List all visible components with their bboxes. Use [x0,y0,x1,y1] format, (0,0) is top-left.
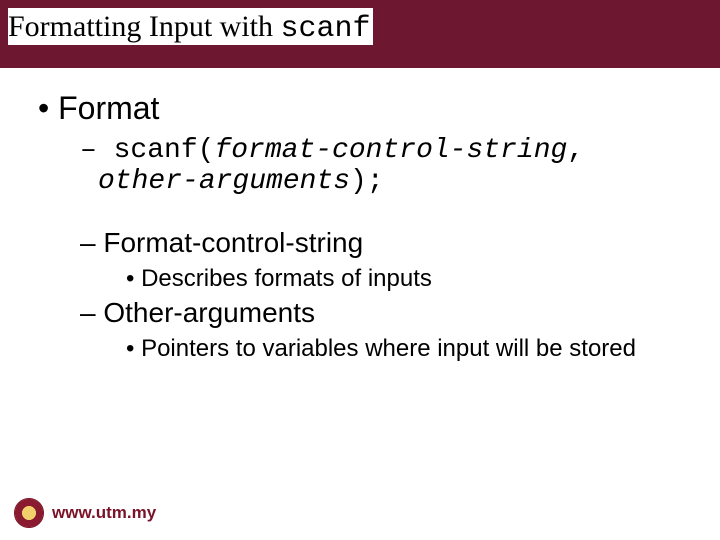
syntax-arg2: other-arguments [98,166,350,197]
syntax-sep: , [567,135,584,166]
other-arguments-heading: Other-arguments [46,297,692,329]
slide-header: Formatting Input with scanf [0,0,720,68]
utm-logo-icon [14,498,44,528]
syntax-suffix: ); [350,166,384,197]
format-control-text: Format-control-string [103,227,363,258]
syntax-prefix: scanf( [114,135,215,166]
slide-title: Formatting Input with scanf [8,8,373,45]
title-text: Formatting Input with [8,10,281,43]
slide-footer: www.utm.my [14,498,156,528]
format-heading-text: Format [58,90,159,126]
other-arguments-text: Other-arguments [103,297,315,328]
format-heading: Format [28,90,692,127]
footer-url: www.utm.my [52,503,156,523]
scanf-syntax: scanf(format-control-string, other-argum… [46,135,692,197]
format-control-desc-text: Describes formats of inputs [141,265,432,292]
format-control-heading: Format-control-string [46,227,692,259]
spacer [28,203,692,227]
other-arguments-desc: Pointers to variables where input will b… [43,335,692,363]
format-control-desc: Describes formats of inputs [43,265,692,293]
syntax-arg1: format-control-string [214,135,567,166]
other-arguments-desc-text: Pointers to variables where input will b… [141,335,636,362]
slide-content: Format scanf(format-control-string, othe… [0,68,720,363]
title-code: scanf [281,12,371,46]
